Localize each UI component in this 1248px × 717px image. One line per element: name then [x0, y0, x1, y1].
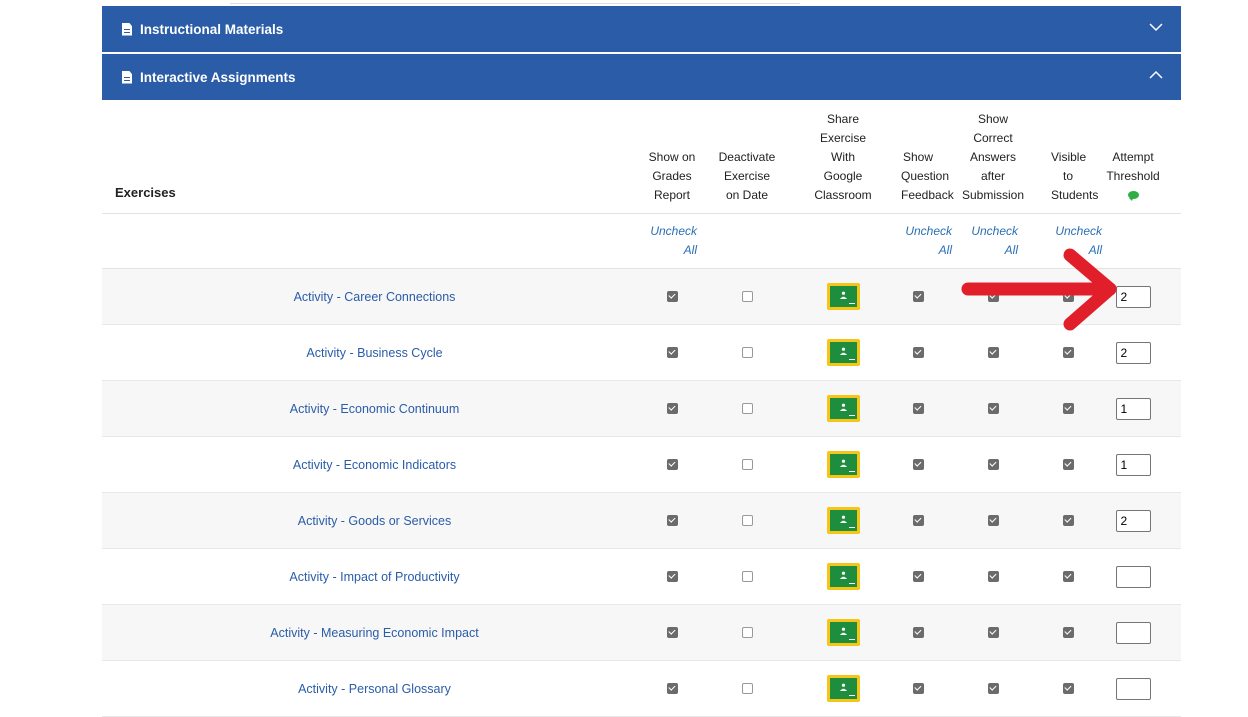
correct-answers-checkbox[interactable] [987, 570, 999, 582]
attempt-threshold-input[interactable] [1115, 621, 1151, 644]
exercise-link[interactable]: Activity - Goods or Services [298, 514, 452, 528]
chevron-up-icon[interactable] [1149, 68, 1163, 82]
visible-checkbox[interactable] [1062, 346, 1074, 358]
attempt-threshold-input[interactable]: 2 [1115, 509, 1151, 532]
column-header-grades-report: Show on Grades Report [635, 100, 709, 214]
deactivate-checkbox[interactable] [741, 570, 753, 582]
grades-report-checkbox[interactable] [666, 514, 678, 526]
correct-answers-checkbox[interactable] [987, 514, 999, 526]
google-classroom-icon[interactable] [826, 451, 860, 478]
exercise-link[interactable]: Activity - Business Cycle [306, 346, 442, 360]
attempt-threshold-input[interactable]: 1 [1115, 453, 1151, 476]
deactivate-checkbox[interactable] [741, 514, 753, 526]
red-arrow-annotation [961, 248, 1117, 331]
exercise-link[interactable]: Activity - Personal Glossary [298, 682, 451, 696]
grades-report-checkbox[interactable] [666, 570, 678, 582]
feedback-checkbox[interactable] [912, 682, 924, 694]
document-icon [122, 70, 132, 84]
attempt-threshold-input[interactable] [1115, 565, 1151, 588]
feedback-checkbox[interactable] [912, 458, 924, 470]
deactivate-checkbox[interactable] [741, 682, 753, 694]
grades-report-checkbox[interactable] [666, 626, 678, 638]
exercise-link[interactable]: Activity - Impact of Productivity [289, 570, 459, 584]
deactivate-checkbox[interactable] [741, 346, 753, 358]
chevron-down-icon[interactable] [1149, 20, 1163, 34]
table-row: Activity - Economic Continuum 1 [102, 380, 1181, 437]
top-border [230, 0, 800, 4]
grades-report-checkbox[interactable] [666, 682, 678, 694]
feedback-checkbox[interactable] [912, 402, 924, 414]
column-header-exercises: Exercises [102, 100, 635, 214]
column-header-share-classroom: Share Exercise With Google Classroom [785, 100, 901, 214]
table-row: Activity - Economic Indicators 1 [102, 436, 1181, 493]
comment-icon[interactable] [1127, 191, 1139, 201]
visible-checkbox[interactable] [1062, 570, 1074, 582]
panel-title: Instructional Materials [140, 21, 284, 37]
exercise-link[interactable]: Activity - Career Connections [294, 290, 456, 304]
table-row: Activity - Goods or Services 2 [102, 492, 1181, 549]
visible-checkbox[interactable] [1062, 626, 1074, 638]
google-classroom-icon[interactable] [826, 395, 860, 422]
grades-report-checkbox[interactable] [666, 402, 678, 414]
visible-checkbox[interactable] [1062, 514, 1074, 526]
exercise-link[interactable]: Activity - Economic Indicators [293, 458, 456, 472]
attempt-threshold-input[interactable] [1115, 677, 1151, 700]
feedback-checkbox[interactable] [912, 570, 924, 582]
feedback-checkbox[interactable] [912, 346, 924, 358]
google-classroom-icon[interactable] [826, 339, 860, 366]
table-row: Activity - Business Cycle 2 [102, 324, 1181, 381]
visible-checkbox[interactable] [1062, 402, 1074, 414]
google-classroom-icon[interactable] [826, 619, 860, 646]
column-header-threshold: Attempt Threshold [1085, 100, 1181, 214]
deactivate-checkbox[interactable] [741, 290, 753, 302]
deactivate-checkbox[interactable] [741, 458, 753, 470]
table-row: Activity - Impact of Productivity [102, 548, 1181, 605]
uncheck-all-grades[interactable]: Uncheck All [647, 222, 697, 260]
google-classroom-icon[interactable] [826, 675, 860, 702]
panel-title: Interactive Assignments [140, 69, 296, 85]
grades-report-checkbox[interactable] [666, 346, 678, 358]
google-classroom-icon[interactable] [826, 563, 860, 590]
correct-answers-checkbox[interactable] [987, 682, 999, 694]
attempt-threshold-input[interactable]: 1 [1115, 397, 1151, 420]
table-row: Activity - Measuring Economic Impact [102, 604, 1181, 661]
panel-instructional-materials[interactable]: Instructional Materials [102, 6, 1181, 52]
correct-answers-checkbox[interactable] [987, 402, 999, 414]
correct-answers-checkbox[interactable] [987, 458, 999, 470]
visible-checkbox[interactable] [1062, 682, 1074, 694]
exercise-link[interactable]: Activity - Economic Continuum [290, 402, 460, 416]
google-classroom-icon[interactable] [826, 283, 860, 310]
column-header-deactivate: Deactivate Exercise on Date [709, 100, 785, 214]
visible-checkbox[interactable] [1062, 458, 1074, 470]
deactivate-checkbox[interactable] [741, 402, 753, 414]
grades-report-checkbox[interactable] [666, 290, 678, 302]
document-icon [122, 22, 132, 36]
deactivate-checkbox[interactable] [741, 626, 753, 638]
panel-interactive-assignments[interactable]: Interactive Assignments [102, 54, 1181, 100]
assignments-table: Exercises Show on Grades Report Deactivate… [102, 100, 1181, 717]
column-header-visible: Visible to Students [1051, 100, 1098, 214]
feedback-checkbox[interactable] [912, 626, 924, 638]
grades-report-checkbox[interactable] [666, 458, 678, 470]
attempt-threshold-input[interactable]: 2 [1115, 285, 1151, 308]
correct-answers-checkbox[interactable] [987, 626, 999, 638]
feedback-checkbox[interactable] [912, 514, 924, 526]
google-classroom-icon[interactable] [826, 507, 860, 534]
attempt-threshold-input[interactable]: 2 [1115, 341, 1151, 364]
column-header-feedback: Show Question Feedback [901, 100, 954, 214]
exercise-link[interactable]: Activity - Measuring Economic Impact [270, 626, 478, 640]
table-row: Activity - Personal Glossary [102, 660, 1181, 717]
uncheck-all-feedback[interactable]: Uncheck All [902, 222, 952, 260]
correct-answers-checkbox[interactable] [987, 346, 999, 358]
feedback-checkbox[interactable] [912, 290, 924, 302]
